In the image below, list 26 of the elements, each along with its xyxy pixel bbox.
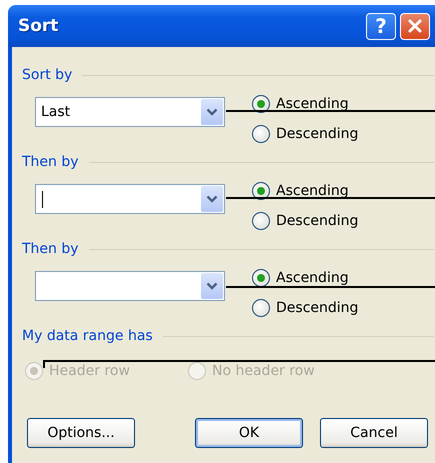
radio-label: Descending (276, 300, 358, 316)
radio-button[interactable] (252, 125, 270, 143)
radio-label: Ascending (276, 96, 349, 112)
dialog-button[interactable]: Options... (27, 418, 135, 448)
help-button[interactable]: ? (366, 12, 396, 40)
radio-label: No header row (212, 363, 315, 379)
section-heading: My data range has (22, 328, 153, 344)
radio-label: Header row (49, 363, 130, 379)
dialog-button[interactable]: Cancel (320, 418, 428, 448)
sort-field-dropdown[interactable] (35, 271, 225, 301)
section-heading: Then by (22, 154, 79, 170)
sort-field-dropdown[interactable]: Last (35, 97, 225, 127)
dialog-button[interactable]: OK (195, 418, 303, 448)
radio-button[interactable] (252, 299, 270, 317)
radio-button[interactable] (252, 212, 270, 230)
radio-label: Descending (276, 213, 358, 229)
close-icon[interactable] (407, 18, 423, 34)
section-heading: Sort by (22, 67, 72, 83)
sort-field-dropdown[interactable] (35, 184, 225, 214)
radio-label: Ascending (276, 183, 349, 199)
radio-label: Ascending (276, 270, 349, 286)
section-heading: Then by (22, 241, 79, 257)
radio-button[interactable] (252, 269, 270, 287)
window-title: Sort (18, 16, 60, 36)
radio-label: Descending (276, 126, 358, 142)
close-button[interactable] (400, 12, 430, 40)
